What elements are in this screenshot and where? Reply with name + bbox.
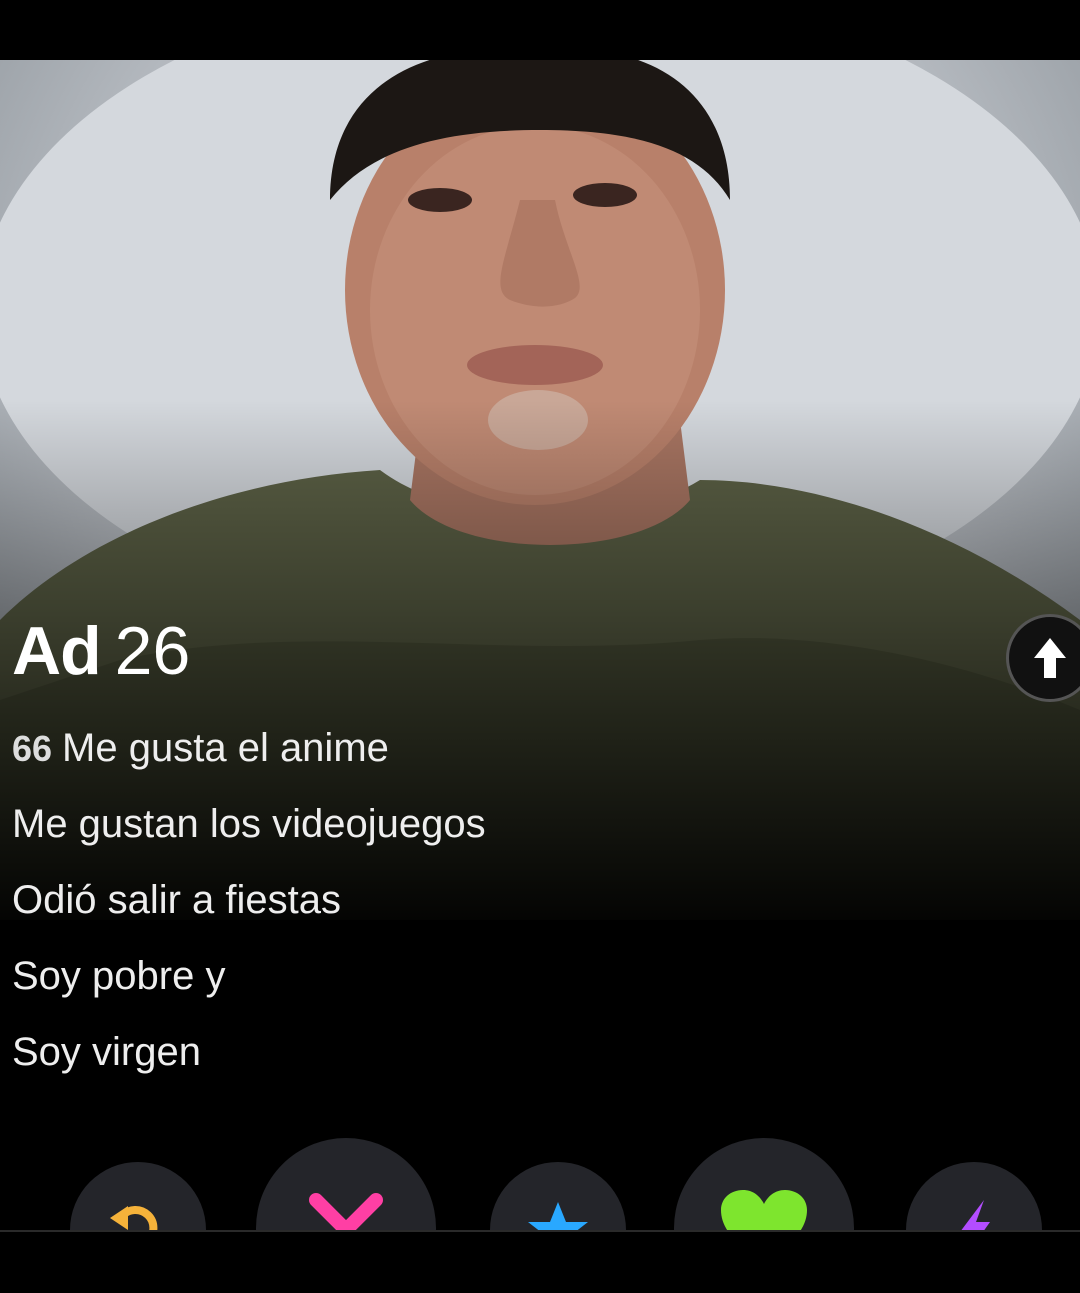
rewind-button[interactable] [70,1162,206,1232]
boost-button[interactable] [906,1162,1042,1232]
bottom-strip [0,1232,1080,1293]
arrow-up-icon [1034,638,1066,678]
profile-name: Ad [12,613,102,689]
bio-text: Me gusta el anime [62,726,389,770]
profile-bio: 66 Me gusta el anime Me gustan los videoj… [12,722,486,1102]
nope-button[interactable] [256,1138,436,1232]
action-bar [0,1130,1080,1232]
bio-line: Soy pobre y [12,954,226,998]
quote-icon: 66 [12,728,53,769]
heart-icon [721,1190,807,1232]
profile-age: 26 [114,613,191,689]
rewind-icon [110,1206,158,1232]
bio-line: Soy virgen [12,1030,201,1074]
lightning-icon [960,1200,990,1232]
bio-line: Odió salir a fiestas [12,878,342,922]
star-icon [528,1202,588,1232]
profile-card-screen: Ad 26 66 Me gusta el anime Me gustan los … [0,0,1080,1293]
bio-line: 66 Me gusta el anime [12,722,486,798]
bio-line: Me gustan los videojuegos [12,802,486,846]
like-button[interactable] [674,1138,854,1232]
x-icon [309,1193,383,1232]
profile-header: Ad 26 [12,612,190,690]
super-like-button[interactable] [490,1162,626,1232]
